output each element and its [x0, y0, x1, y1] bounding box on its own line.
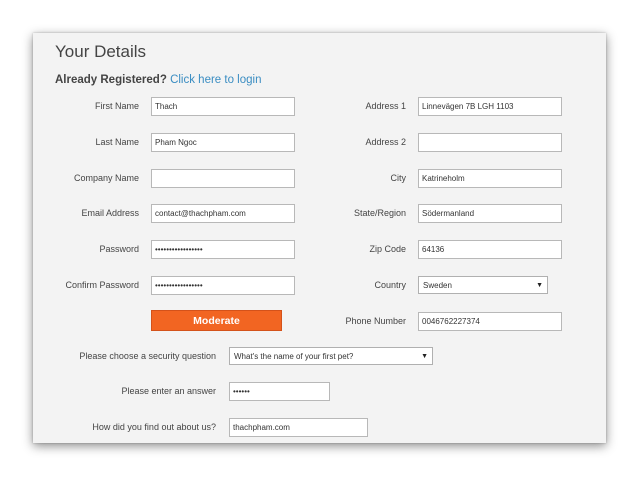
already-registered-line: Already Registered? Click here to login — [55, 74, 261, 86]
address2-input[interactable] — [418, 133, 562, 152]
your-details-panel: Your Details Already Registered? Click h… — [33, 33, 606, 443]
confirm-password-label: Confirm Password — [65, 280, 139, 290]
city-input[interactable] — [418, 169, 562, 188]
address2-label: Address 2 — [365, 137, 406, 147]
referral-label: How did you find out about us? — [92, 422, 216, 432]
email-input[interactable] — [151, 204, 295, 223]
referral-input[interactable] — [229, 418, 368, 437]
state-input[interactable] — [418, 204, 562, 223]
answer-label: Please enter an answer — [121, 386, 216, 396]
first-name-input[interactable] — [151, 97, 295, 116]
email-label: Email Address — [81, 208, 139, 218]
address1-input[interactable] — [418, 97, 562, 116]
last-name-input[interactable] — [151, 133, 295, 152]
city-label: City — [390, 173, 407, 183]
password-input[interactable] — [151, 240, 295, 259]
zip-input[interactable] — [418, 240, 562, 259]
phone-label: Phone Number — [345, 316, 406, 326]
state-label: State/Region — [353, 208, 406, 218]
country-select-value: Sweden — [423, 280, 452, 290]
password-strength-indicator: Moderate — [151, 310, 282, 331]
password-label: Password — [99, 244, 139, 254]
first-name-label: First Name — [94, 101, 139, 111]
security-question-value: What's the name of your first pet? — [234, 351, 354, 361]
zip-label: Zip Code — [369, 244, 406, 254]
phone-input[interactable] — [418, 312, 562, 331]
country-label: Country — [374, 280, 406, 290]
chevron-down-icon: ▼ — [421, 352, 428, 360]
company-name-label: Company Name — [73, 173, 139, 183]
last-name-label: Last Name — [95, 137, 139, 147]
security-question-select[interactable]: What's the name of your first pet? ▼ — [229, 347, 433, 365]
security-question-label: Please choose a security question — [79, 351, 216, 361]
login-link[interactable]: Click here to login — [170, 74, 261, 86]
answer-input[interactable] — [229, 382, 330, 401]
page-title: Your Details — [55, 42, 147, 61]
country-select[interactable]: Sweden ▼ — [418, 276, 548, 294]
confirm-password-input[interactable] — [151, 276, 295, 295]
company-name-input[interactable] — [151, 169, 295, 188]
already-registered-text: Already Registered? — [55, 74, 167, 86]
chevron-down-icon: ▼ — [536, 281, 543, 289]
address1-label: Address 1 — [365, 101, 406, 111]
